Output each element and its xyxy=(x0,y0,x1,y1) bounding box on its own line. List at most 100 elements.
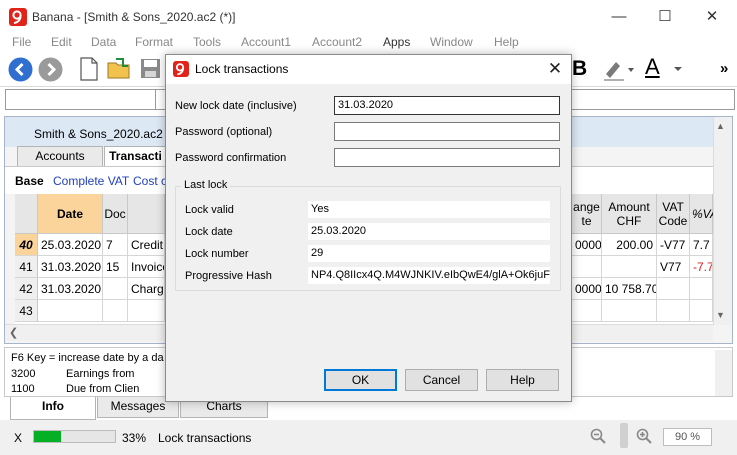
table-cell-date[interactable] xyxy=(38,300,103,322)
info-account-code: 3200 xyxy=(11,368,36,380)
toolbar-overflow-button[interactable]: » xyxy=(720,60,728,77)
table-cell-amount[interactable] xyxy=(602,300,657,322)
lock-number-value: 29 xyxy=(308,245,550,262)
progressive-hash-value: NP4.Q8IIcx4Q.M4WJNKIV.eIbQwE4/glA+Ok6juF… xyxy=(308,267,550,284)
table-cell-exchange[interactable] xyxy=(572,256,602,278)
table-cell-description[interactable]: Credit xyxy=(128,234,165,256)
column-header-description[interactable] xyxy=(128,194,165,234)
table-cell-doc[interactable]: 7 xyxy=(103,234,128,256)
vertical-scrollbar[interactable] xyxy=(713,117,732,325)
zoom-slider[interactable] xyxy=(620,423,628,448)
info-account-text: Earnings from xyxy=(66,368,135,380)
menu-help[interactable]: Help xyxy=(494,35,519,49)
column-header-doc[interactable]: Doc xyxy=(103,194,128,234)
banana-logo-icon xyxy=(9,8,27,26)
dialog-close-button[interactable]: ✕ xyxy=(540,56,570,82)
row-number[interactable]: 43 xyxy=(15,300,38,322)
table-cell-amount[interactable] xyxy=(602,256,657,278)
info-scrollbar[interactable] xyxy=(715,350,732,396)
table-cell-description[interactable]: Charg xyxy=(128,278,165,300)
minimize-button[interactable]: — xyxy=(596,0,642,34)
document-title: Smith & Sons_2020.ac2 ( xyxy=(34,127,171,141)
scroll-up-icon[interactable]: ▲ xyxy=(716,121,725,131)
table-cell-description[interactable]: Invoice xyxy=(128,256,165,278)
cancel-button[interactable]: Cancel xyxy=(405,369,478,391)
menu-account2[interactable]: Account2 xyxy=(312,35,362,49)
table-cell-doc[interactable] xyxy=(103,300,128,322)
ok-button[interactable]: OK xyxy=(324,369,397,391)
highlighter-icon[interactable] xyxy=(602,58,636,82)
table-cell-vat-code[interactable] xyxy=(657,300,690,322)
last-lock-title: Last lock xyxy=(181,179,231,191)
lock-valid-value: Yes xyxy=(308,201,550,218)
zoom-in-icon[interactable] xyxy=(636,428,652,444)
tab-transactions[interactable]: Transacti xyxy=(104,146,167,167)
menu-edit[interactable]: Edit xyxy=(51,35,72,49)
table-cell-date[interactable]: 25.03.2020 xyxy=(38,234,103,256)
scroll-down-icon[interactable]: ▼ xyxy=(716,310,725,320)
dropdown-arrow-icon[interactable] xyxy=(673,65,683,73)
close-window-button[interactable]: ✕ xyxy=(689,0,735,34)
view-complete-vat[interactable]: Complete VAT xyxy=(53,174,129,188)
row-number[interactable]: 40 xyxy=(15,234,38,256)
lock-date-input[interactable]: 31.03.2020 xyxy=(334,96,560,115)
menu-account1[interactable]: Account1 xyxy=(241,35,291,49)
menu-apps[interactable]: Apps xyxy=(383,35,410,49)
table-cell-date[interactable]: 31.03.2020 xyxy=(38,278,103,300)
scroll-left-icon[interactable]: ❮ xyxy=(9,326,18,339)
table-cell-exchange[interactable]: 0000 xyxy=(572,278,602,300)
menu-tools[interactable]: Tools xyxy=(193,35,221,49)
menu-format[interactable]: Format xyxy=(135,35,173,49)
row-number[interactable]: 42 xyxy=(15,278,38,300)
column-header-exchange-rate[interactable]: ange te xyxy=(572,194,602,234)
formula-bar-divider xyxy=(155,89,156,110)
table-cell-vat-percent[interactable]: -7.7 xyxy=(690,256,713,278)
bold-button[interactable]: B xyxy=(572,57,587,81)
lock-date-label: New lock date (inclusive) xyxy=(175,100,297,112)
column-header-amount[interactable]: Amount CHF xyxy=(602,194,657,234)
column-header-vat-percent[interactable]: %VA xyxy=(690,194,718,234)
zoom-out-icon[interactable] xyxy=(590,428,606,444)
password-confirmation-input[interactable] xyxy=(334,148,560,167)
row-number[interactable]: 41 xyxy=(15,256,38,278)
save-disk-icon[interactable] xyxy=(140,58,161,79)
open-folder-icon[interactable] xyxy=(107,57,132,81)
menu-file[interactable]: File xyxy=(12,35,31,49)
tab-info[interactable]: Info xyxy=(10,397,96,420)
table-cell-vat-percent[interactable] xyxy=(690,300,713,322)
font-color-button[interactable]: A xyxy=(645,54,660,80)
menu-window[interactable]: Window xyxy=(430,35,473,49)
new-document-icon[interactable] xyxy=(79,57,99,81)
table-cell-amount[interactable]: 200.00 xyxy=(602,234,657,256)
table-cell-description[interactable] xyxy=(128,300,165,322)
maximize-button[interactable]: ☐ xyxy=(642,0,688,34)
menu-data[interactable]: Data xyxy=(91,35,116,49)
forward-arrow-icon[interactable] xyxy=(38,57,63,82)
last-lock-date-label: Lock date xyxy=(185,226,233,238)
table-cell-amount[interactable]: 10 758.70 xyxy=(602,278,657,300)
table-cell-vat-code[interactable]: -V77 xyxy=(657,234,690,256)
table-cell-doc[interactable] xyxy=(103,278,128,300)
password-label: Password (optional) xyxy=(175,126,273,138)
table-cell-vat-percent[interactable] xyxy=(690,278,713,300)
table-cell-vat-code[interactable]: V77 xyxy=(657,256,690,278)
view-base[interactable]: Base xyxy=(15,174,44,188)
back-arrow-icon[interactable] xyxy=(8,57,33,82)
lock-valid-label: Lock valid xyxy=(185,204,234,216)
table-cell-exchange[interactable] xyxy=(572,300,602,322)
column-header-vat-code[interactable]: VAT Code xyxy=(657,194,690,234)
zoom-level-field[interactable]: 90 % xyxy=(663,428,712,446)
password-confirmation-label: Password confirmation xyxy=(175,152,287,164)
table-cell-date[interactable]: 31.03.2020 xyxy=(38,256,103,278)
table-cell-doc[interactable]: 15 xyxy=(103,256,128,278)
table-cell-exchange[interactable]: 0000 xyxy=(572,234,602,256)
table-cell-vat-percent[interactable]: 7.7 xyxy=(690,234,713,256)
progressive-hash-label: Progressive Hash xyxy=(185,270,272,282)
status-marker: X xyxy=(14,431,23,445)
info-account-text: Due from Clien xyxy=(66,383,140,395)
tab-accounts[interactable]: Accounts xyxy=(17,146,103,166)
password-input[interactable] xyxy=(334,122,560,141)
column-header-date[interactable]: Date xyxy=(38,194,103,234)
help-button[interactable]: Help xyxy=(486,369,559,391)
table-cell-vat-code[interactable] xyxy=(657,278,690,300)
